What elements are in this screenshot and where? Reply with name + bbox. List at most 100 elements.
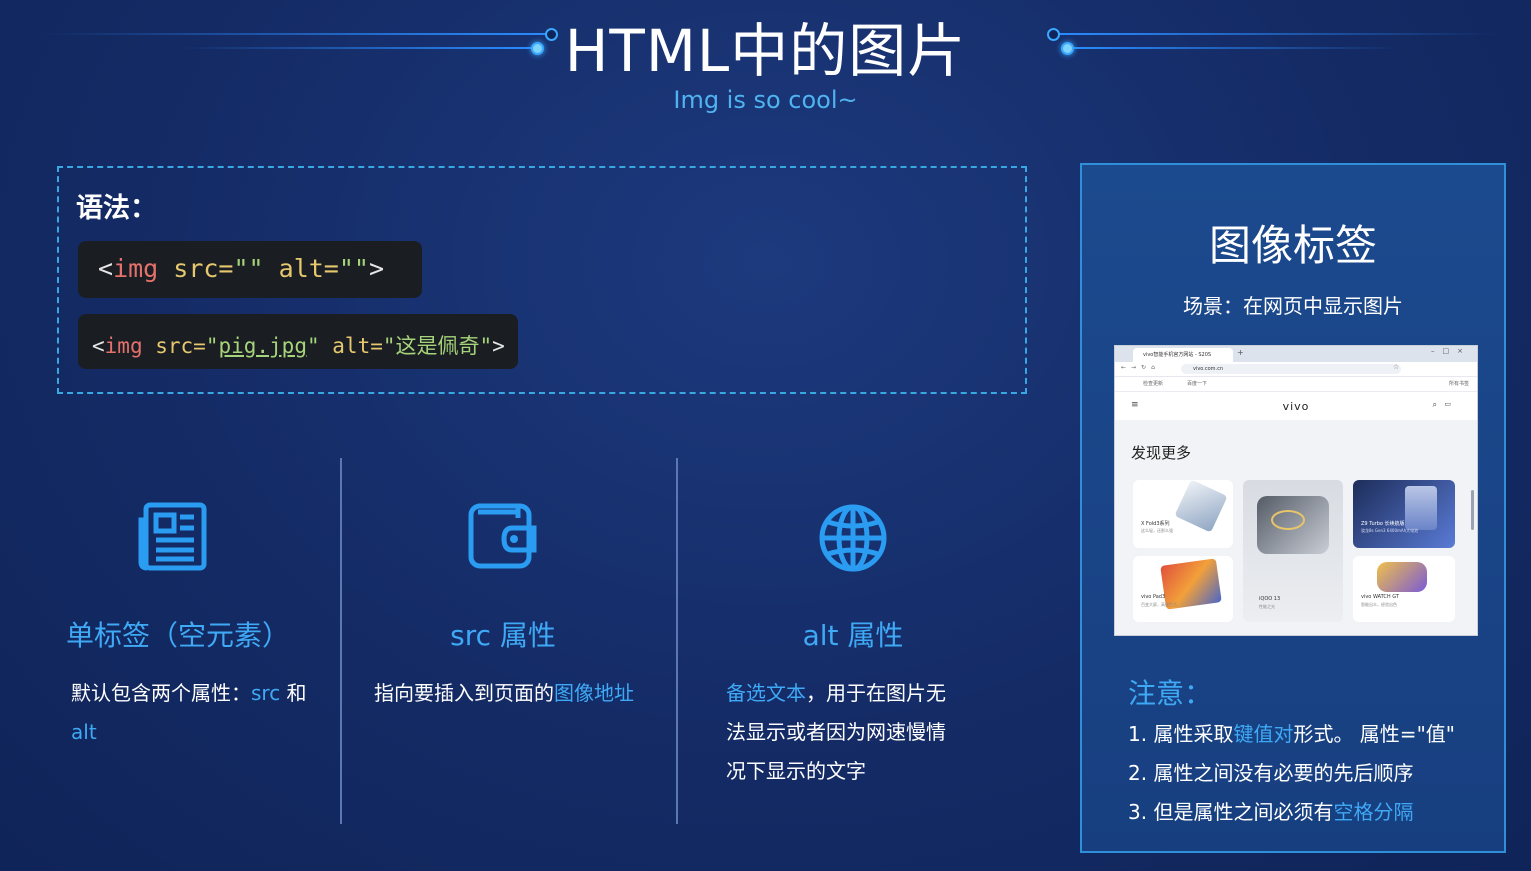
panel-scene: 场景：在网页中显示图片: [1183, 294, 1403, 318]
browser-screenshot: vivo智能手机官方网站 - S20S + –□× ←→↻⌂ vivo.com.…: [1114, 345, 1478, 636]
scrollbar-thumb[interactable]: [1471, 490, 1474, 530]
text: 2. 属性之间没有必要的先后顺序: [1128, 761, 1414, 785]
code-quote: ": [306, 334, 320, 358]
column-title-single-tag: 单标签（空元素）: [65, 619, 290, 652]
header-left-line-1: [40, 33, 548, 35]
text: 3. 但是属性之间必须有: [1128, 800, 1334, 824]
text: 法显示或者因为网速慢情: [726, 720, 946, 744]
code-attr-alt: alt=: [319, 334, 383, 358]
nav-arrows-icon[interactable]: ←→↻⌂: [1121, 364, 1160, 371]
card-label: iQOO 13: [1259, 596, 1281, 602]
browser-tabbar: vivo智能手机官方网站 - S20S + –□×: [1115, 346, 1477, 362]
product-card[interactable]: vivo WATCH GT 智能出众，经验出色: [1353, 556, 1455, 622]
column-text-alt: 备选文本，用于在图片无法显示或者因为网速慢情 况下显示的文字: [726, 674, 1026, 791]
card-sub: 性能之光: [1259, 604, 1275, 609]
code-attr-src: src=: [142, 334, 206, 358]
bookmark-item[interactable]: 所有书签: [1449, 377, 1469, 391]
product-card[interactable]: X Fold3系列 这么轻，还那么强: [1133, 479, 1233, 548]
product-image: [1405, 486, 1437, 530]
site-content: 发现更多 X Fold3系列 这么轻，还那么强 iQOO 13 性能之光 Z9 …: [1115, 420, 1477, 635]
discover-heading: 发现更多: [1131, 444, 1192, 462]
browser-addressbar: ←→↻⌂ vivo.com.cn ☆: [1115, 362, 1477, 377]
card-label: vivo WATCH GT: [1361, 594, 1400, 600]
code-punc: <: [92, 334, 105, 358]
code-tag: img: [113, 254, 159, 283]
header-left-line-2: [180, 47, 532, 49]
column-divider: [676, 458, 678, 824]
card-label: vivo Pad3: [1141, 594, 1166, 600]
star-icon[interactable]: ☆: [1393, 363, 1399, 371]
globe-icon: [819, 504, 887, 572]
search-icon[interactable]: ⌕: [1433, 400, 1437, 410]
highlight-alt: alt: [71, 720, 97, 744]
camera-ring: [1271, 510, 1305, 530]
panel-title: 图像标签: [1208, 221, 1377, 270]
text: 况下显示的文字: [726, 759, 866, 783]
code-punc: <: [98, 254, 114, 283]
column-text-single-tag: 默认包含两个属性：src 和 alt: [71, 674, 333, 752]
card-sub: 百变大屏，高效生活: [1141, 602, 1177, 607]
product-card[interactable]: iQOO 13 性能之光: [1243, 480, 1343, 622]
bookmark-item[interactable]: 检查更新: [1143, 377, 1163, 391]
note-item-2: 2. 属性之间没有必要的先后顺序: [1128, 757, 1413, 786]
text: 1. 属性采取: [1128, 722, 1234, 746]
text: 指向要插入到页面的: [374, 681, 554, 705]
card-label: Z9 Turbo 长续航版: [1361, 521, 1405, 527]
code-attr-src: src=: [158, 254, 234, 283]
code-link-pig[interactable]: pig.jpg: [218, 334, 307, 358]
syntax-label: 语法：: [76, 193, 157, 224]
highlight-alt-text: 备选文本: [726, 681, 806, 705]
newspaper-icon: [138, 502, 207, 571]
wallet-icon: [468, 503, 537, 569]
highlight-space-separated: 空格分隔: [1333, 800, 1414, 824]
header-left-dot-2: [531, 42, 544, 55]
code-block-pig-img: <img src="pig.jpg" alt="这是佩奇">: [78, 314, 518, 369]
card-label: X Fold3系列: [1141, 521, 1170, 527]
header-right-line-1: [1058, 33, 1498, 35]
highlight-src: src: [251, 681, 281, 705]
header-left-dot-1: [545, 28, 558, 41]
text: 默认包含两个属性：: [71, 681, 251, 705]
page-title: HTML中的图片: [564, 17, 967, 85]
page-subtitle: Img is so cool~: [673, 86, 858, 114]
code-value-alt: "这是佩奇": [382, 334, 493, 358]
text: 形式。 属性="值": [1293, 722, 1455, 746]
browser-tab[interactable]: vivo智能手机官方网站 - S20S: [1133, 348, 1233, 362]
code-block-empty-img: <img src="" alt="">: [78, 241, 422, 298]
column-title-alt: alt 属性: [802, 619, 904, 652]
column-divider: [340, 458, 342, 824]
column-text-src: 指向要插入到页面的图像地址: [374, 674, 664, 713]
cart-icon[interactable]: ▭: [1444, 400, 1451, 408]
window-controls-icon[interactable]: –□×: [1431, 347, 1471, 355]
note-item-1: 1. 属性采取键值对形式。 属性="值": [1128, 718, 1455, 747]
card-sub: 骁龙8s Gen3 6400mAh大电池: [1361, 528, 1419, 533]
code-punc: >: [492, 334, 505, 358]
vivo-logo: vivo: [1282, 400, 1310, 413]
code-quote: ": [205, 334, 219, 358]
url-field[interactable]: vivo.com.cn: [1181, 364, 1401, 374]
card-sub: 这么轻，还那么强: [1141, 528, 1173, 533]
note-item-3: 3. 但是属性之间必须有空格分隔: [1128, 796, 1413, 825]
header-right-dot-2: [1061, 42, 1074, 55]
bookmark-item[interactable]: 百度一下: [1187, 377, 1207, 391]
column-title-src: src 属性: [450, 619, 556, 652]
code-tag: img: [104, 334, 143, 358]
new-tab-icon[interactable]: +: [1237, 348, 1244, 357]
text: 和: [280, 681, 307, 705]
notes-title: 注意：: [1128, 677, 1213, 710]
product-card[interactable]: vivo Pad3 百变大屏，高效生活: [1133, 556, 1233, 622]
bookmarks-bar: 检查更新 百度一下 所有书签: [1115, 377, 1477, 392]
product-image: [1377, 562, 1427, 592]
card-sub: 智能出众，经验出色: [1361, 602, 1397, 607]
code-attr-alt: alt=: [263, 254, 339, 283]
product-image: [1174, 479, 1228, 533]
product-card[interactable]: Z9 Turbo 长续航版 骁龙8s Gen3 6400mAh大电池: [1353, 480, 1455, 548]
code-value-alt: "": [338, 254, 369, 283]
code-punc: >: [368, 254, 385, 283]
header-right-dot-1: [1047, 28, 1060, 41]
text: ，用于在图片无: [806, 681, 946, 705]
highlight-image-address: 图像地址: [554, 681, 634, 705]
highlight-key-value: 键值对: [1233, 722, 1294, 746]
site-header: ≡ vivo ⌕ ▭: [1115, 392, 1477, 421]
header-right-line-2: [1072, 47, 1402, 49]
